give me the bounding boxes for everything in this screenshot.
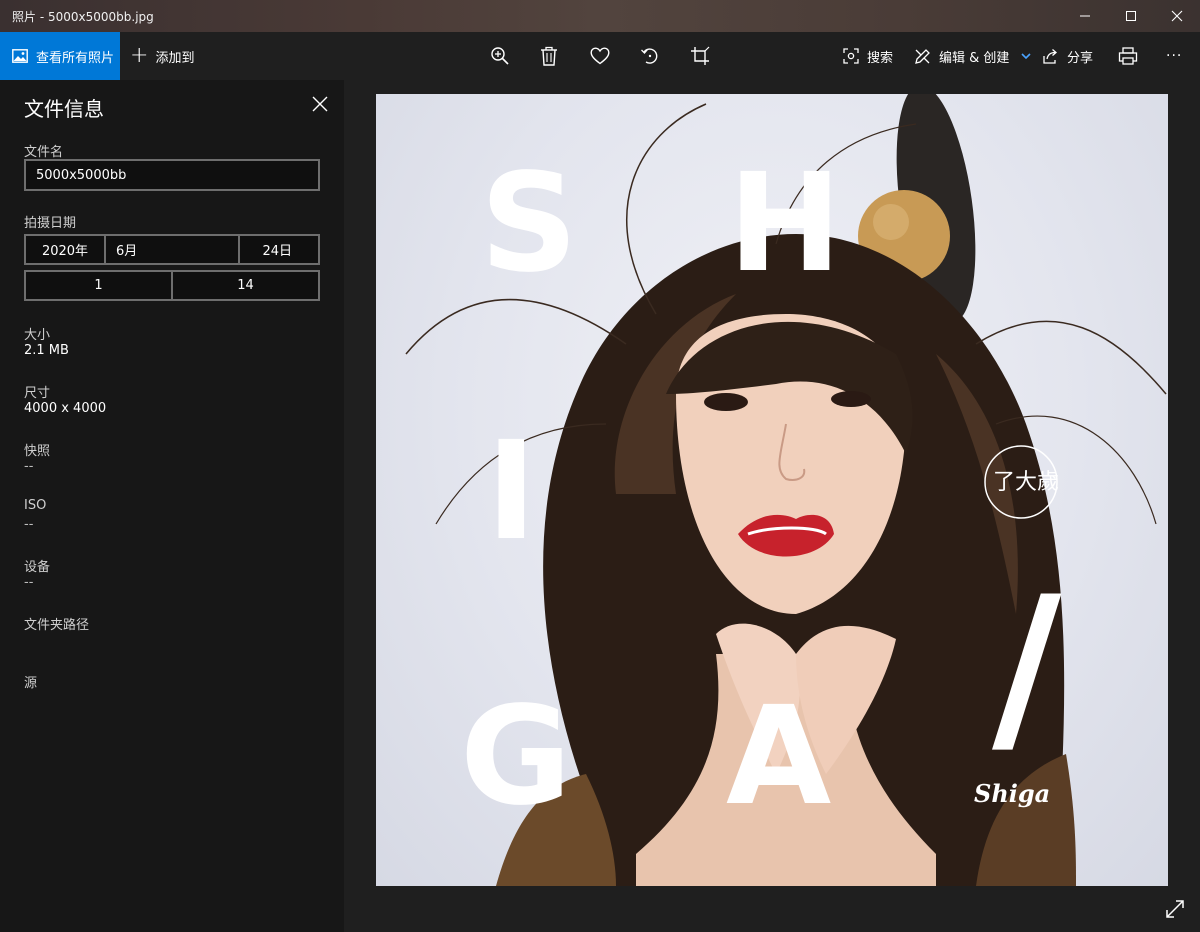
view-all-label: 查看所有照片 <box>36 50 115 66</box>
day-value: 24日 <box>262 244 292 259</box>
add-to-label: 添加到 <box>155 50 195 66</box>
dimensions-value: 4000 x 4000 <box>24 401 107 416</box>
cover-slash: / <box>992 556 1062 777</box>
close-icon <box>1171 10 1183 22</box>
album-cover-photo[interactable]: 了大歲 Shiga S H I G A / <box>376 94 1168 886</box>
date-picker: 2020年 6月 24日 <box>24 234 320 265</box>
device-label: 设备 <box>24 560 51 575</box>
cover-letter-a: A <box>726 678 832 836</box>
print-button[interactable] <box>1116 44 1140 68</box>
signature-text: Shiga <box>974 779 1050 808</box>
crop-button[interactable] <box>688 44 712 68</box>
filename-label: 文件名 <box>24 145 64 160</box>
printer-icon <box>1118 47 1138 65</box>
chevron-down-icon <box>1021 53 1031 60</box>
source-label: 源 <box>24 676 38 691</box>
favorite-button[interactable] <box>588 44 612 68</box>
minimize-icon <box>1080 15 1090 17</box>
maximize-button[interactable] <box>1108 0 1154 32</box>
title-bar: 照片 - 5000x5000bb.jpg <box>0 0 1200 32</box>
edit-icon <box>915 48 930 64</box>
view-all-photos-button[interactable]: 查看所有照片 <box>0 32 120 80</box>
close-icon <box>312 96 328 112</box>
device-value: -- <box>24 575 34 590</box>
iso-value: -- <box>24 517 34 532</box>
close-panel-button[interactable] <box>308 92 332 116</box>
plus-icon: + <box>130 43 149 68</box>
image-canvas: 了大歲 Shiga S H I G A / <box>344 80 1200 932</box>
add-to-button[interactable]: + 添加到 <box>130 32 194 80</box>
dimensions-label: 尺寸 <box>24 386 51 401</box>
close-window-button[interactable] <box>1154 0 1200 32</box>
panel-title: 文件信息 <box>24 97 104 121</box>
more-options-button[interactable]: ··· <box>1166 32 1182 80</box>
visual-search-icon <box>843 48 859 64</box>
minimize-button[interactable] <box>1062 0 1108 32</box>
minute-value: 14 <box>237 278 254 293</box>
heart-icon <box>590 47 610 65</box>
size-label: 大小 <box>24 328 51 343</box>
expand-icon <box>1166 900 1184 918</box>
cover-letter-s: S <box>480 145 578 303</box>
fullscreen-button[interactable] <box>1164 898 1186 920</box>
iso-label: ISO <box>24 498 47 513</box>
exposure-value: -- <box>24 459 34 474</box>
crop-icon <box>691 46 710 65</box>
seal-text: 了大歲 <box>993 470 1059 495</box>
file-info-panel: 文件信息 文件名 5000x5000bb 拍摄日期 2020年 6月 24日 1… <box>0 80 344 932</box>
maximize-icon <box>1126 11 1136 21</box>
rotate-icon <box>641 48 658 64</box>
share-button[interactable]: 分享 <box>1043 32 1093 80</box>
time-picker: 1 14 <box>24 270 320 301</box>
day-selector[interactable]: 24日 <box>240 236 318 263</box>
minute-selector[interactable]: 14 <box>173 272 318 299</box>
month-selector[interactable]: 6月 <box>106 236 240 263</box>
size-value: 2.1 MB <box>24 343 69 358</box>
delete-button[interactable] <box>537 44 561 68</box>
search-label: 搜索 <box>867 50 894 66</box>
window-controls <box>1062 0 1200 32</box>
cover-letter-i: I <box>486 413 537 571</box>
search-button[interactable]: 搜索 <box>843 32 893 80</box>
folder-path-label: 文件夹路径 <box>24 618 90 633</box>
exposure-label: 快照 <box>24 444 51 459</box>
zoom-button[interactable] <box>488 44 512 68</box>
filename-field[interactable]: 5000x5000bb <box>24 159 320 191</box>
edit-create-label: 编辑 & 创建 <box>939 50 1010 66</box>
year-selector[interactable]: 2020年 <box>26 236 106 263</box>
trash-icon <box>541 46 557 66</box>
rotate-button[interactable] <box>638 44 662 68</box>
date-taken-label: 拍摄日期 <box>24 216 77 231</box>
month-value: 6月 <box>116 244 138 259</box>
hour-selector[interactable]: 1 <box>26 272 173 299</box>
photo-icon <box>12 49 28 63</box>
share-icon <box>1043 49 1057 64</box>
cover-letter-g: G <box>460 678 572 836</box>
toolbar: 查看所有照片 + 添加到 搜索 编辑 & 创建 分享 ··· <box>0 32 1200 80</box>
window-title: 照片 - 5000x5000bb.jpg <box>12 9 154 24</box>
filename-value: 5000x5000bb <box>36 167 127 183</box>
cover-letter-h: H <box>728 145 842 303</box>
edit-create-button[interactable]: 编辑 & 创建 <box>914 32 1033 80</box>
zoom-in-icon <box>491 47 509 65</box>
more-icon: ··· <box>1166 48 1183 64</box>
year-value: 2020年 <box>41 244 89 259</box>
share-label: 分享 <box>1067 50 1094 66</box>
hour-value: 1 <box>94 278 103 293</box>
